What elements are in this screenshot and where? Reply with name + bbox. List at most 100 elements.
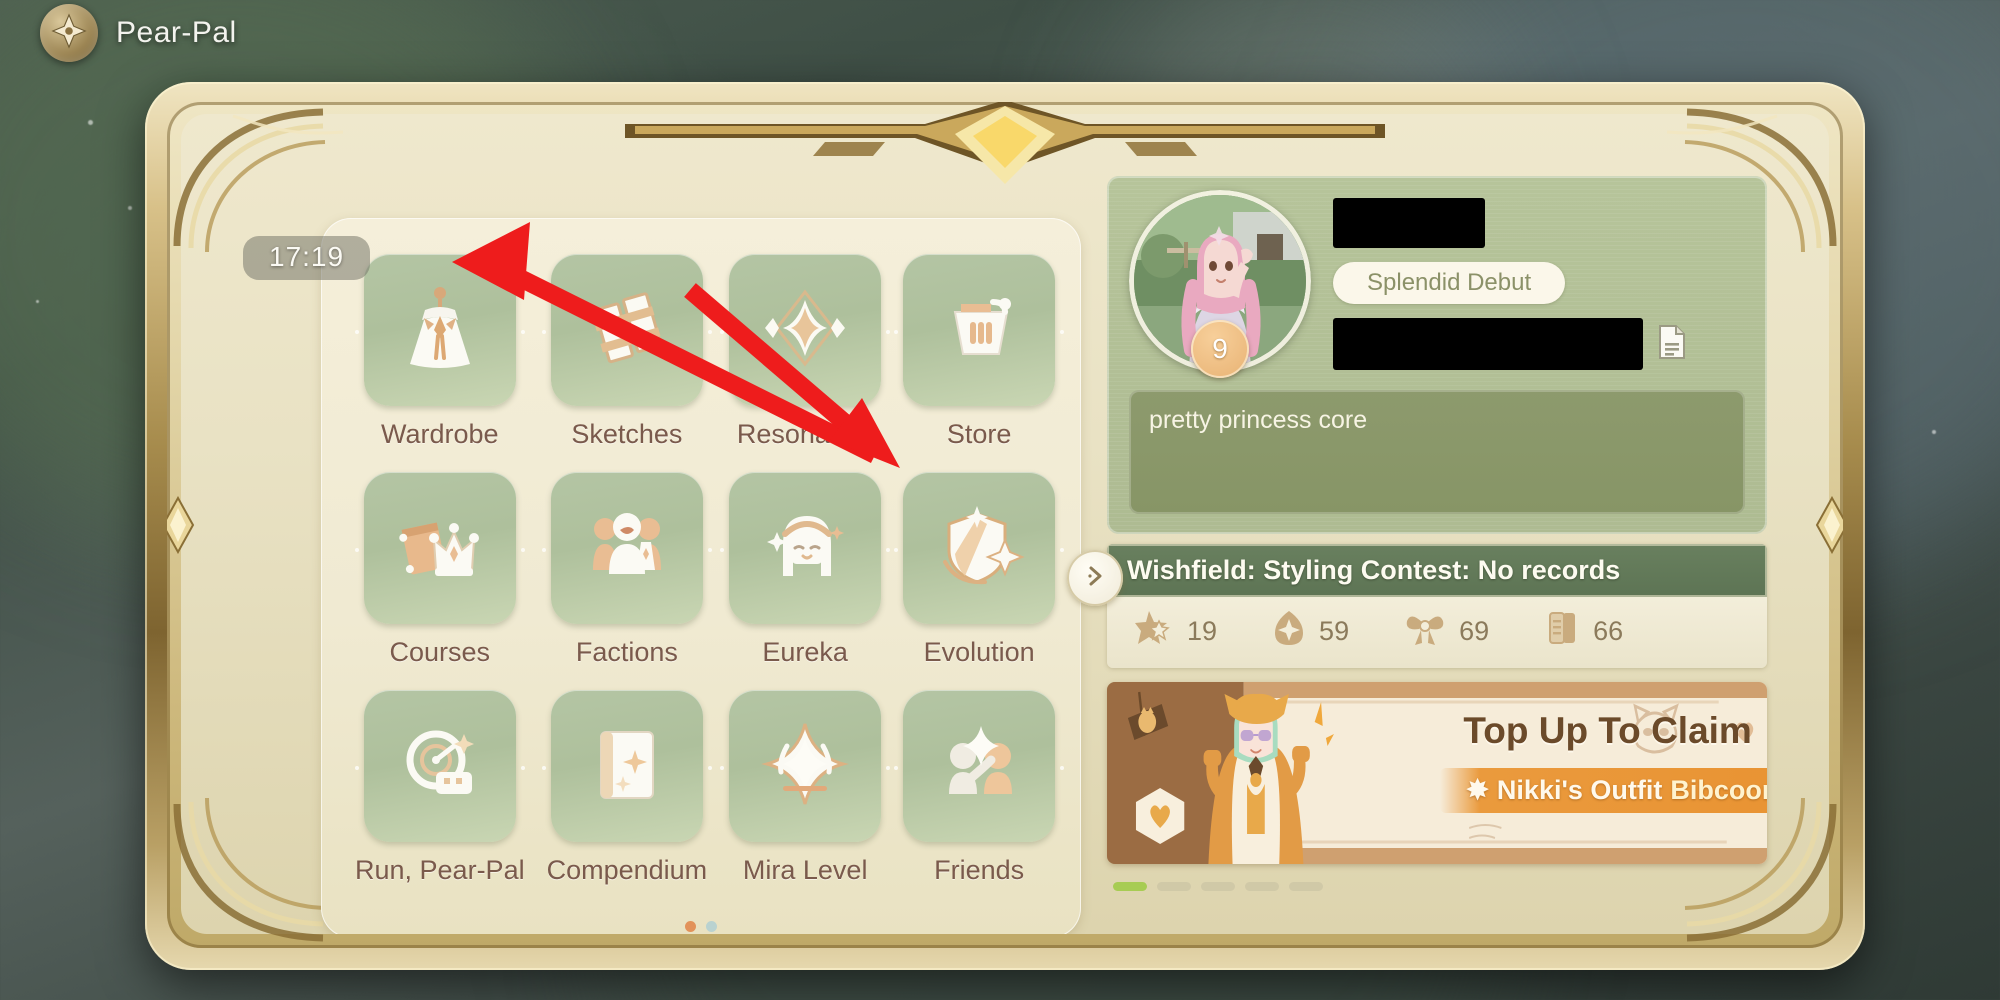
menu-item-wardrobe[interactable]: Wardrobe <box>354 254 525 450</box>
player-name-redacted <box>1333 198 1485 248</box>
right-column: 9 Splendid Debut pretty princess core Wi… <box>1107 176 1767 900</box>
record-card[interactable]: Wishfield: Styling Contest: No records 1… <box>1107 544 1767 668</box>
copy-document-icon[interactable] <box>1655 323 1689 366</box>
banner-dot-3[interactable] <box>1201 882 1235 891</box>
banner-pagination[interactable] <box>1107 882 1767 891</box>
pagination-dot-2[interactable] <box>706 921 717 932</box>
background-speck <box>36 300 39 303</box>
menu-grid: Wardrobe Sketches Resonance Store Course… <box>354 254 1065 886</box>
book-icon <box>579 716 675 817</box>
grid-pagination[interactable] <box>321 921 1081 932</box>
menu-item-label: Sketches <box>571 419 683 449</box>
background-speck <box>1932 430 1936 434</box>
record-stats-row: 19 59 69 66 <box>1107 597 1767 668</box>
stat-item: 19 <box>1135 609 1217 654</box>
banner-sub-prefix: Nikki's Outfit <box>1496 775 1663 805</box>
tile-background <box>720 254 891 406</box>
profile-info: Splendid Debut <box>1333 194 1745 370</box>
character-face-icon <box>757 498 853 599</box>
tile-background <box>354 472 525 624</box>
menu-item-label: Resonance <box>736 419 874 449</box>
menu-grid-panel: Wardrobe Sketches Resonance Store Course… <box>321 218 1123 934</box>
clock-badge: 17:19 <box>243 236 371 280</box>
stat-value: 19 <box>1187 616 1218 646</box>
crown-scroll-icon <box>392 498 488 599</box>
menu-item-resonance[interactable]: Resonance <box>720 254 891 450</box>
banner-subtitle: ✸ Nikki's Outfit Bibcoon Realm ! ✸ <box>1440 768 1767 813</box>
player-id-row <box>1333 318 1745 370</box>
next-page-button[interactable] <box>1067 550 1123 606</box>
menu-item-run-pear-pal[interactable]: Run, Pear-Pal <box>354 690 525 886</box>
menu-item-store[interactable]: Store <box>894 254 1065 450</box>
promo-banner[interactable]: Top Up To Claim ✸ Nikki's Outfit Bibcoon… <box>1107 682 1767 864</box>
tile-background <box>541 690 712 842</box>
menu-item-courses[interactable]: Courses <box>354 472 525 668</box>
pagination-dot-1[interactable] <box>685 921 696 932</box>
menu-item-sketches[interactable]: Sketches <box>541 254 712 450</box>
menu-item-label: Run, Pear-Pal <box>355 855 525 885</box>
shield-star-icon <box>931 498 1027 599</box>
menu-item-label: Courses <box>389 637 491 667</box>
menu-item-evolution[interactable]: Evolution <box>894 472 1065 668</box>
profile-header: 9 Splendid Debut <box>1129 190 1745 378</box>
tile-background <box>541 472 712 624</box>
profile-bio[interactable]: pretty princess core <box>1129 390 1745 514</box>
menu-item-factions[interactable]: Factions <box>541 472 712 668</box>
background-speck <box>88 120 93 125</box>
menu-item-friends[interactable]: Friends <box>894 690 1065 886</box>
banner-dot-1[interactable] <box>1113 882 1147 891</box>
stat-value: 69 <box>1459 616 1490 646</box>
profile-card[interactable]: 9 Splendid Debut pretty princess core <box>1107 176 1767 534</box>
tile-background <box>894 690 1065 842</box>
shopping-cart-icon <box>931 280 1027 381</box>
stat-item: 66 <box>1543 609 1623 654</box>
flower-icon: ✸ <box>1466 775 1489 805</box>
sketch-papers-icon <box>579 280 675 381</box>
app-title: Pear-Pal <box>116 16 237 49</box>
window-canvas: 17:19 Wardrobe Sketches Resonance Store … <box>181 114 1829 934</box>
banner-dot-2[interactable] <box>1157 882 1191 891</box>
menu-item-compendium[interactable]: Compendium <box>541 690 712 886</box>
avatar-wrapper[interactable]: 9 <box>1129 190 1311 378</box>
menu-item-label: Evolution <box>923 637 1035 667</box>
title-badge[interactable]: Splendid Debut <box>1333 262 1566 304</box>
banner-sub-highlight: Bibcoon Realm <box>1670 775 1767 805</box>
menu-item-label: Wardrobe <box>381 419 499 449</box>
stat-item: 69 <box>1403 609 1489 654</box>
banner-title: Top Up To Claim <box>1463 710 1752 751</box>
menu-item-label: Store <box>946 419 1012 449</box>
tile-background <box>894 472 1065 624</box>
menu-item-eureka[interactable]: Eureka <box>720 472 891 668</box>
player-uid-redacted <box>1333 318 1643 370</box>
menu-item-label: Factions <box>575 637 678 667</box>
menu-item-mira-level[interactable]: Mira Level <box>720 690 891 886</box>
diamond-gem-icon <box>757 280 853 381</box>
banner-dot-5[interactable] <box>1289 882 1323 891</box>
stat-item: 59 <box>1271 609 1349 654</box>
banner-dot-4[interactable] <box>1245 882 1279 891</box>
people-group-icon <box>579 498 675 599</box>
star-badge-icon <box>1135 609 1175 654</box>
dress-icon <box>392 280 488 381</box>
tile-background <box>541 254 712 406</box>
game-window-inner: 17:19 Wardrobe Sketches Resonance Store … <box>167 102 1843 948</box>
tile-background <box>894 254 1065 406</box>
four-point-star-icon <box>757 716 853 817</box>
gem-star-icon <box>1271 609 1307 654</box>
tile-background <box>354 254 525 406</box>
menu-item-label: Eureka <box>762 637 848 667</box>
game-window-frame: 17:19 Wardrobe Sketches Resonance Store … <box>145 82 1865 970</box>
speedometer-icon <box>392 716 488 817</box>
friends-wave-icon <box>931 716 1027 817</box>
chevron-right-icon <box>1082 563 1108 594</box>
app-identity: Pear-Pal <box>40 4 237 62</box>
compass-star-icon <box>50 12 88 55</box>
record-headline: Wishfield: Styling Contest: No records <box>1107 544 1767 597</box>
tile-background <box>720 472 891 624</box>
bow-ribbon-icon <box>1403 609 1447 654</box>
app-logo <box>40 4 98 62</box>
tile-background <box>354 690 525 842</box>
menu-item-label: Friends <box>934 855 1025 885</box>
background-speck <box>128 206 132 210</box>
menu-item-label: Mira Level <box>742 855 868 885</box>
